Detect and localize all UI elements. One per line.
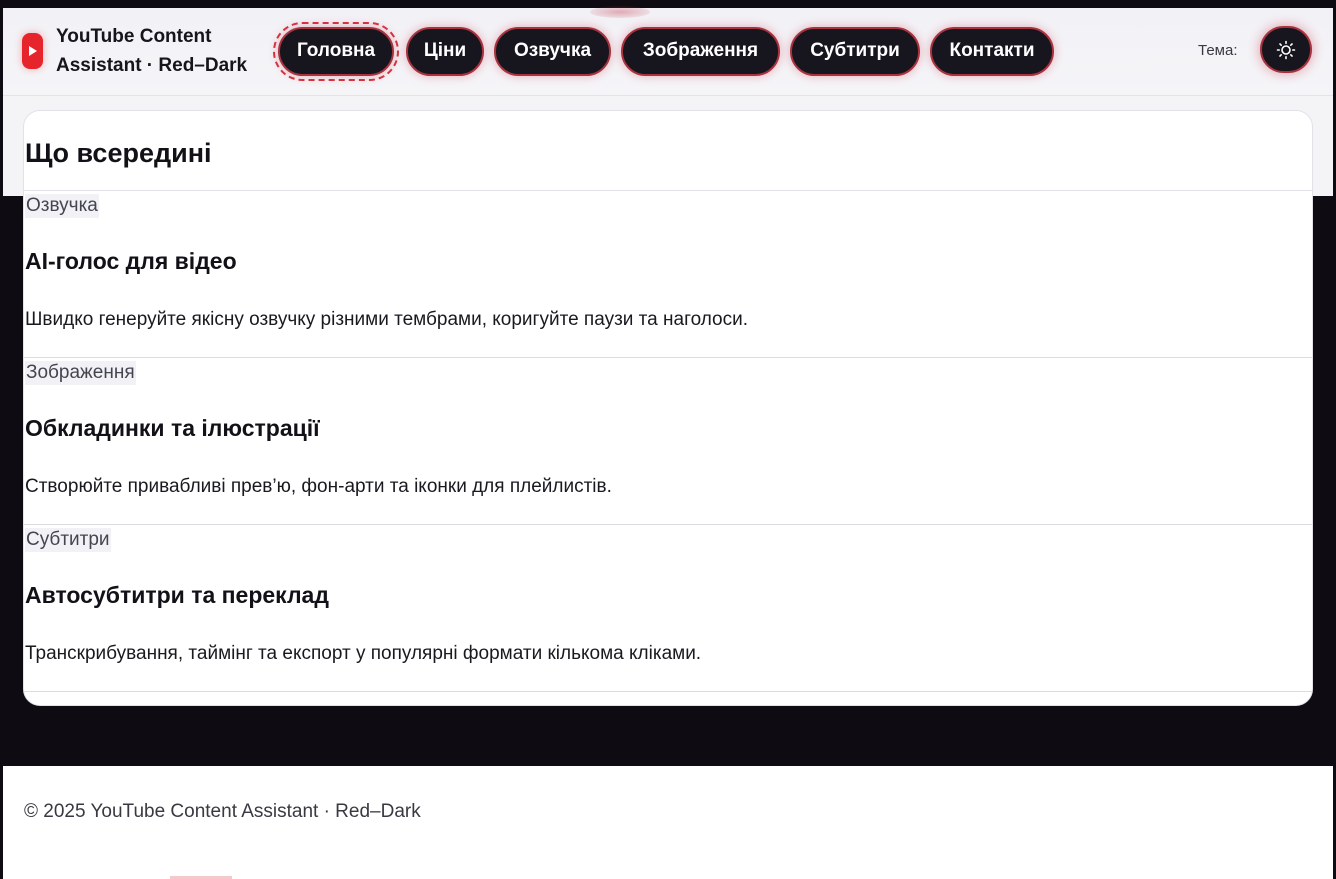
features-card: Що всередині Озвучка AI-голос для відео … [23, 110, 1313, 706]
theme-toggle-button[interactable] [1260, 26, 1312, 73]
feature-heading: AI-голос для відео [25, 248, 237, 274]
nav-images[interactable]: Зображення [621, 26, 780, 76]
header-glow [590, 6, 650, 18]
feature-heading: Обкладинки та ілюстрації [25, 415, 320, 441]
nav-contacts[interactable]: Контакти [930, 26, 1054, 76]
section-title: Що всередині [25, 138, 212, 168]
top-strip [0, 0, 1336, 8]
brand-title: YouTube Content Assistant · Red–Dark [56, 26, 248, 76]
feature-voiceover: Озвучка AI-голос для відео Швидко генеру… [24, 191, 1312, 358]
feature-tag: Озвучка [25, 194, 99, 218]
footer-copyright: © 2025 YouTube Content Assistant · Red–D… [24, 801, 421, 822]
play-icon [22, 33, 43, 69]
nav-home[interactable]: Головна [273, 21, 399, 81]
sun-icon [1276, 40, 1296, 59]
nav-voiceover[interactable]: Озвучка [494, 26, 611, 76]
feature-description: Створюйте привабливі прев’ю, фон-арти та… [25, 476, 612, 497]
site-footer: © 2025 YouTube Content Assistant · Red–D… [3, 766, 1333, 879]
nav-subtitles[interactable]: Субтитри [790, 26, 920, 76]
brand[interactable]: YouTube Content Assistant · Red–Dark [22, 22, 266, 80]
feature-subtitles: Субтитри Автосубтитри та переклад Транск… [24, 525, 1312, 692]
feature-description: Швидко генеруйте якісну озвучку різними … [25, 309, 748, 330]
feature-tag: Субтитри [25, 528, 111, 552]
main-nav: Головна Ціни Озвучка Зображення Субтитри… [273, 21, 1064, 81]
theme-label: Тема: [1198, 42, 1238, 59]
feature-description: Транскрибування, таймінг та експорт у по… [25, 643, 702, 664]
nav-prices[interactable]: Ціни [406, 26, 484, 76]
feature-tag: Зображення [25, 361, 136, 385]
feature-heading: Автосубтитри та переклад [25, 582, 329, 608]
feature-images: Зображення Обкладинки та ілюстрації Ство… [24, 358, 1312, 525]
